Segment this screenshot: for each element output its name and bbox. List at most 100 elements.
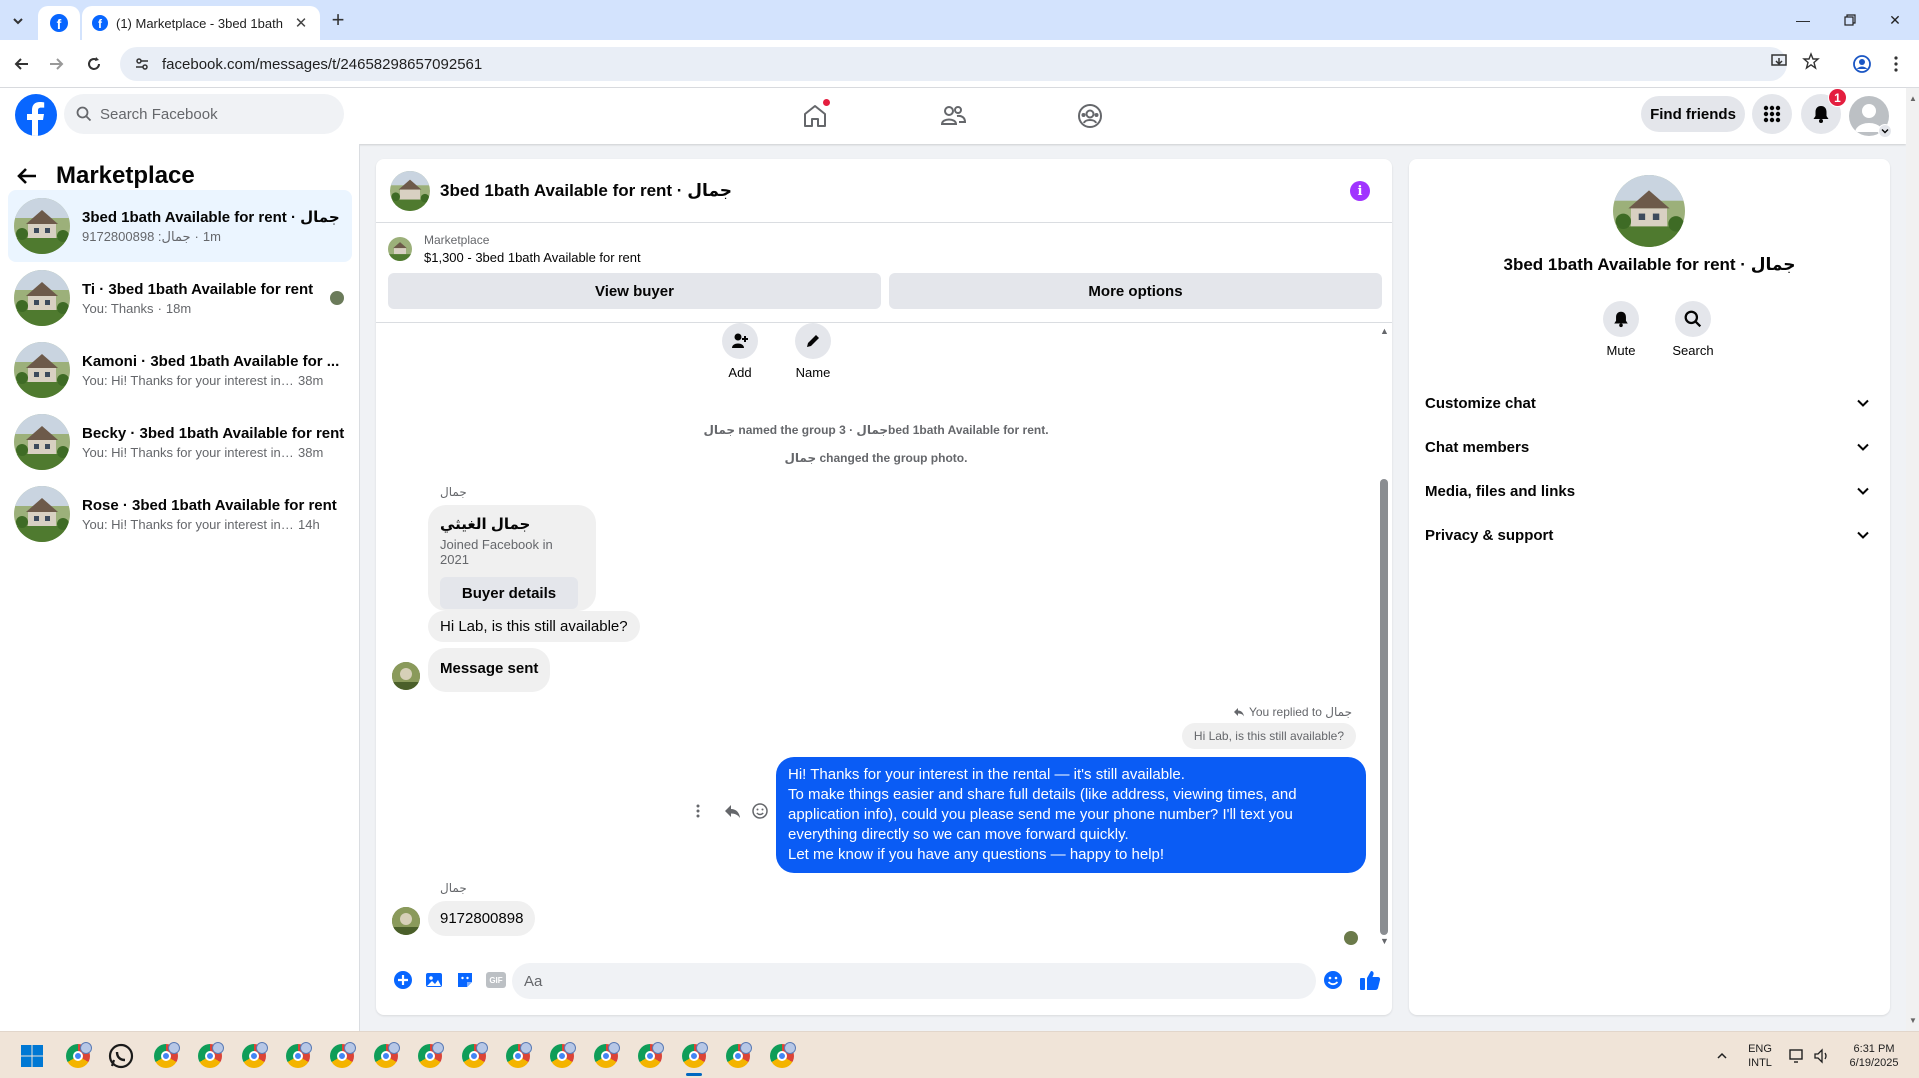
- bell-icon: [1614, 311, 1628, 328]
- chrome-taskbar-icon[interactable]: [326, 1040, 358, 1072]
- address-bar[interactable]: facebook.com/messages/t/2465829865709256…: [120, 47, 1787, 81]
- chrome-taskbar-icon[interactable]: [722, 1040, 754, 1072]
- friends-icon[interactable]: [935, 98, 971, 134]
- home-icon[interactable]: [797, 98, 833, 134]
- photo-icon[interactable]: [423, 969, 445, 991]
- chrome-taskbar-icon[interactable]: [194, 1040, 226, 1072]
- tab-search-chevron-icon[interactable]: [6, 9, 30, 33]
- chrome-taskbar-icon[interactable]: [150, 1040, 182, 1072]
- chrome-taskbar-icon[interactable]: [546, 1040, 578, 1072]
- more-vertical-icon[interactable]: [696, 804, 700, 818]
- chat-title[interactable]: 3bed 1bath Available for rent · جمال: [440, 181, 732, 201]
- new-tab-icon[interactable]: +: [326, 9, 350, 33]
- message-input[interactable]: Aa: [512, 963, 1316, 999]
- chrome-taskbar-icon[interactable]: [282, 1040, 314, 1072]
- site-settings-icon[interactable]: [134, 56, 150, 72]
- volume-icon[interactable]: [1806, 1040, 1838, 1072]
- privacy-support-row[interactable]: Privacy & support: [1425, 513, 1874, 557]
- notifications-bell-icon[interactable]: 1: [1801, 88, 1847, 134]
- mute-action[interactable]: Mute: [1591, 301, 1651, 358]
- customize-chat-row[interactable]: Customize chat: [1425, 381, 1874, 425]
- profile-icon[interactable]: [1850, 52, 1874, 76]
- view-buyer-button[interactable]: View buyer: [388, 273, 881, 309]
- pencil-icon: [807, 335, 819, 347]
- chrome-taskbar-icon[interactable]: [370, 1040, 402, 1072]
- windows-start-icon[interactable]: [16, 1040, 48, 1072]
- media-files-links-row[interactable]: Media, files and links: [1425, 469, 1874, 513]
- more-options-button[interactable]: More options: [889, 273, 1382, 309]
- find-friends-button[interactable]: Find friends: [1641, 96, 1745, 132]
- thread-scrollbar[interactable]: ▲ ▼: [1376, 323, 1392, 949]
- tab-close-icon[interactable]: ✕: [292, 14, 310, 32]
- react-smile-icon[interactable]: [752, 803, 768, 819]
- chrome-taskbar-icon-active[interactable]: [678, 1040, 710, 1076]
- back-arrow-icon[interactable]: [10, 52, 34, 76]
- like-thumb-icon[interactable]: [1359, 969, 1381, 991]
- listing-price-title[interactable]: $1,300 - 3bed 1bath Available for rent: [424, 250, 641, 265]
- restore-icon[interactable]: [1835, 8, 1865, 32]
- thread-scroll-thumb[interactable]: [1380, 479, 1388, 935]
- marketplace-sidebar: Marketplace 3bed 1bath Available for ren…: [0, 144, 360, 1031]
- conversation-item[interactable]: Ti · 3bed 1bath Available for rent You: …: [8, 262, 352, 334]
- search-placeholder: Search Facebook: [100, 105, 218, 123]
- conversation-info-icon[interactable]: i: [1350, 181, 1370, 201]
- conversation-item[interactable]: Rose · 3bed 1bath Available for rent You…: [8, 478, 352, 550]
- chrome-taskbar-icon[interactable]: [62, 1040, 94, 1072]
- chrome-taskbar-icon[interactable]: [414, 1040, 446, 1072]
- message-hover-actions: [696, 803, 768, 819]
- close-window-icon[interactable]: ✕: [1880, 8, 1910, 32]
- conversation-avatar[interactable]: [1613, 175, 1685, 247]
- bookmark-star-icon[interactable]: [1802, 52, 1822, 72]
- page-scroll-down-icon[interactable]: ▼: [1909, 1016, 1917, 1025]
- chrome-taskbar-icon[interactable]: [238, 1040, 270, 1072]
- quoted-message[interactable]: Hi Lab, is this still available?: [1181, 723, 1356, 749]
- buyer-name: جمال الغيثي: [440, 516, 531, 533]
- install-app-icon[interactable]: [1770, 52, 1790, 72]
- tab-active[interactable]: f (1) Marketplace - 3bed 1bath A ✕: [82, 6, 320, 40]
- page-scrollbar[interactable]: ▲ ▼: [1906, 88, 1919, 1031]
- name-label: Name: [795, 365, 831, 380]
- menu-grid-icon[interactable]: [1752, 94, 1792, 134]
- whatsapp-icon[interactable]: [105, 1040, 137, 1072]
- sticker-icon[interactable]: [454, 969, 476, 991]
- clock[interactable]: 6:31 PM 6/19/2025: [1838, 1042, 1910, 1070]
- conversation-item[interactable]: Becky · 3bed 1bath Available for rent Yo…: [8, 406, 352, 478]
- chrome-taskbar-icon[interactable]: [590, 1040, 622, 1072]
- name-group-action[interactable]: Name: [783, 323, 843, 380]
- chrome-taskbar-icon[interactable]: [766, 1040, 798, 1072]
- conversation-time: 38m: [298, 372, 324, 388]
- account-chevron-icon[interactable]: [1878, 124, 1892, 138]
- pinned-tab-facebook[interactable]: f: [38, 6, 80, 40]
- chrome-taskbar-icon[interactable]: [634, 1040, 666, 1072]
- seen-avatar-icon: [330, 291, 344, 305]
- reload-icon[interactable]: [82, 52, 106, 76]
- back-arrow-icon[interactable]: [16, 165, 38, 187]
- chat-members-row[interactable]: Chat members: [1425, 425, 1874, 469]
- reply-arrow-icon[interactable]: [724, 803, 742, 819]
- buyer-details-button[interactable]: Buyer details: [440, 577, 578, 609]
- page-scroll-up-icon[interactable]: ▲: [1909, 94, 1917, 103]
- facebook-favicon-icon: f: [92, 15, 108, 31]
- conversation-item-active[interactable]: 3bed 1bath Available for rent · جمال جما…: [8, 190, 352, 262]
- tray-chevron-up-icon[interactable]: [1706, 1040, 1738, 1072]
- sender-avatar[interactable]: [392, 662, 420, 690]
- minimize-icon[interactable]: —: [1788, 8, 1818, 32]
- browser-menu-icon[interactable]: [1884, 52, 1908, 76]
- forward-arrow-icon[interactable]: [44, 52, 68, 76]
- emoji-icon[interactable]: [1322, 969, 1344, 991]
- facebook-search-input[interactable]: Search Facebook: [64, 94, 344, 134]
- chrome-taskbar-icon[interactable]: [502, 1040, 534, 1072]
- sender-avatar[interactable]: [392, 907, 420, 935]
- thread-scroll-down-icon[interactable]: ▼: [1380, 937, 1389, 946]
- gif-icon[interactable]: GIF: [485, 969, 507, 991]
- conversation-item[interactable]: Kamoni · 3bed 1bath Available for ... Yo…: [8, 334, 352, 406]
- language-indicator[interactable]: ENG INTL: [1745, 1042, 1775, 1070]
- chrome-taskbar-icon[interactable]: [458, 1040, 490, 1072]
- facebook-logo-icon[interactable]: [15, 94, 57, 136]
- thread-scroll-up-icon[interactable]: ▲: [1380, 327, 1389, 336]
- plus-circle-icon[interactable]: [392, 969, 414, 991]
- chat-listing-thumbnail[interactable]: [390, 170, 430, 211]
- add-people-action[interactable]: Add: [710, 323, 770, 380]
- groups-icon[interactable]: [1072, 98, 1108, 134]
- search-in-chat-action[interactable]: Search: [1663, 301, 1723, 358]
